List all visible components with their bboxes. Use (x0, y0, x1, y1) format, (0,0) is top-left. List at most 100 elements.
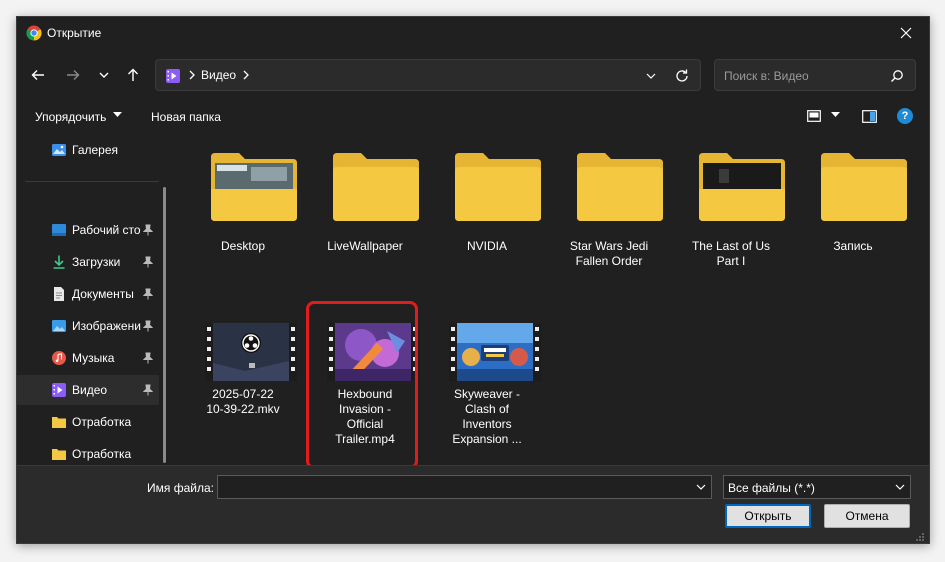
sidebar-item-label: Галерея (72, 143, 119, 157)
title-bar: Открытие (17, 17, 929, 49)
file-name-line1: 2025-07-22 (212, 387, 274, 401)
sidebar-item-music[interactable]: Музыка (17, 343, 159, 373)
filename-input[interactable] (217, 475, 712, 499)
new-folder-button[interactable]: Новая папка (151, 110, 221, 124)
sidebar-item-label: Документы (72, 287, 134, 301)
caret-down-icon[interactable] (113, 112, 122, 118)
pin-icon (143, 224, 153, 236)
refresh-icon[interactable] (674, 68, 690, 84)
file-name-line2: Part I (716, 254, 746, 268)
view-mode-icon[interactable] (807, 110, 821, 122)
music-icon (52, 351, 66, 365)
recent-locations-button[interactable] (92, 63, 116, 87)
sidebar-item-pictures[interactable]: Изображени (17, 311, 159, 341)
back-button[interactable] (26, 63, 50, 87)
chevron-down-icon (99, 72, 109, 78)
chevron-right-icon (189, 70, 195, 80)
navigation-bar: Видео Поиск в: Видео (17, 57, 929, 93)
command-toolbar: Упорядочить Новая папка ? (17, 101, 929, 131)
folder-icon (699, 153, 785, 221)
filename-label: Имя файла: (147, 481, 214, 495)
pin-icon (143, 288, 153, 300)
pin-icon (143, 384, 153, 396)
file-name-bar: Имя файла: Все файлы (*.*) Открыть Отмен… (17, 465, 929, 543)
file-name-line2: Clash of (464, 402, 510, 416)
close-button[interactable] (883, 17, 929, 49)
up-button[interactable] (121, 63, 145, 87)
file-name-line4: Expansion ... (452, 432, 522, 446)
folder-item-desktop[interactable]: Desktop (187, 135, 299, 275)
sidebar-item-folder-otrabotka-1[interactable]: Отработка (17, 407, 159, 437)
address-history-chevron-icon[interactable] (644, 69, 658, 83)
file-name-line1: The Last of Us (691, 239, 771, 253)
folder-item-zapis[interactable]: Запись (797, 135, 909, 275)
open-button[interactable]: Открыть (725, 504, 811, 528)
download-icon (53, 255, 65, 269)
videos-icon (52, 383, 66, 397)
sidebar-item-documents[interactable]: Документы (17, 279, 159, 309)
folder-item-star-wars-jedi[interactable]: Star Wars Jedi Fallen Order (553, 135, 665, 275)
sidebar-item-label: Отработка (72, 447, 132, 461)
folder-item-the-last-of-us[interactable]: The Last of Us Part I (675, 135, 787, 275)
arrow-up-icon (128, 68, 138, 81)
chevron-down-icon[interactable] (695, 481, 707, 493)
forward-button[interactable] (61, 63, 85, 87)
close-icon (900, 27, 912, 39)
file-name: LiveWallpaper (327, 239, 403, 253)
folder-item-livewallpaper[interactable]: LiveWallpaper (309, 135, 421, 275)
help-icon: ? (901, 110, 909, 122)
open-button-label: Открыть (744, 509, 792, 523)
file-name-line2: Fallen Order (575, 254, 643, 268)
pin-icon (143, 320, 153, 332)
resize-grip-icon[interactable] (915, 532, 925, 542)
preview-pane-icon[interactable] (862, 110, 877, 123)
pin-icon (143, 352, 153, 364)
sidebar-item-folder-otrabotka-2[interactable]: Отработка (17, 439, 159, 465)
folder-icon (52, 417, 66, 428)
chevron-down-icon (895, 484, 905, 490)
address-bar[interactable]: Видео (155, 59, 701, 91)
folder-item-nvidia[interactable]: NVIDIA (431, 135, 543, 275)
documents-icon (54, 287, 64, 301)
video-item-recording-mkv[interactable]: 2025-07-22 10-39-22.mkv (187, 315, 299, 455)
chrome-icon (26, 25, 42, 41)
search-input[interactable]: Поиск в: Видео (714, 59, 916, 91)
navigation-pane: Галерея Рабочий сто Загрузки Документы И… (17, 135, 169, 465)
folder-icon (577, 153, 663, 221)
sidebar-scrollbar[interactable] (163, 187, 166, 463)
folder-icon (211, 153, 297, 221)
video-item-skyweaver[interactable]: Skyweaver - Clash of Inventors Expansion… (431, 315, 543, 475)
chevron-right-icon[interactable] (240, 69, 252, 81)
file-name-line2: 10-39-22.mkv (206, 402, 280, 416)
video-thumbnail-icon (449, 323, 541, 381)
folder-icon (52, 449, 66, 460)
cancel-button[interactable]: Отмена (824, 504, 910, 528)
file-name: Desktop (220, 239, 266, 253)
videos-folder-icon (166, 69, 180, 83)
sidebar-item-desktop[interactable]: Рабочий сто (17, 215, 159, 245)
search-placeholder: Поиск в: Видео (724, 69, 809, 83)
selection-highlight (306, 301, 418, 469)
pin-icon (143, 256, 153, 268)
folder-icon (821, 153, 907, 221)
sidebar-item-label: Загрузки (72, 255, 121, 269)
sidebar-item-gallery[interactable]: Галерея (17, 135, 159, 165)
gallery-icon (52, 144, 66, 156)
path-segment-videos[interactable]: Видео (201, 68, 236, 82)
caret-down-icon[interactable] (831, 112, 840, 118)
search-icon (891, 70, 903, 82)
organize-button[interactable]: Упорядочить (35, 110, 106, 124)
sidebar-item-label: Изображени (72, 319, 141, 333)
help-button[interactable]: ? (897, 108, 913, 124)
folder-icon (455, 153, 541, 221)
file-open-dialog: Открытие Видео Поиск в: Видео Упорядочит… (16, 16, 930, 544)
sidebar-item-label: Отработка (72, 415, 132, 429)
sidebar-item-downloads[interactable]: Загрузки (17, 247, 159, 277)
pictures-icon (52, 320, 66, 332)
folder-icon (333, 153, 419, 221)
file-name: NVIDIA (466, 239, 507, 253)
sidebar-item-videos[interactable]: Видео (17, 375, 159, 405)
filetype-select[interactable]: Все файлы (*.*) (723, 475, 911, 499)
file-name-line1: Skyweaver - (453, 387, 521, 401)
sidebar-item-label: Рабочий сто (72, 223, 141, 237)
